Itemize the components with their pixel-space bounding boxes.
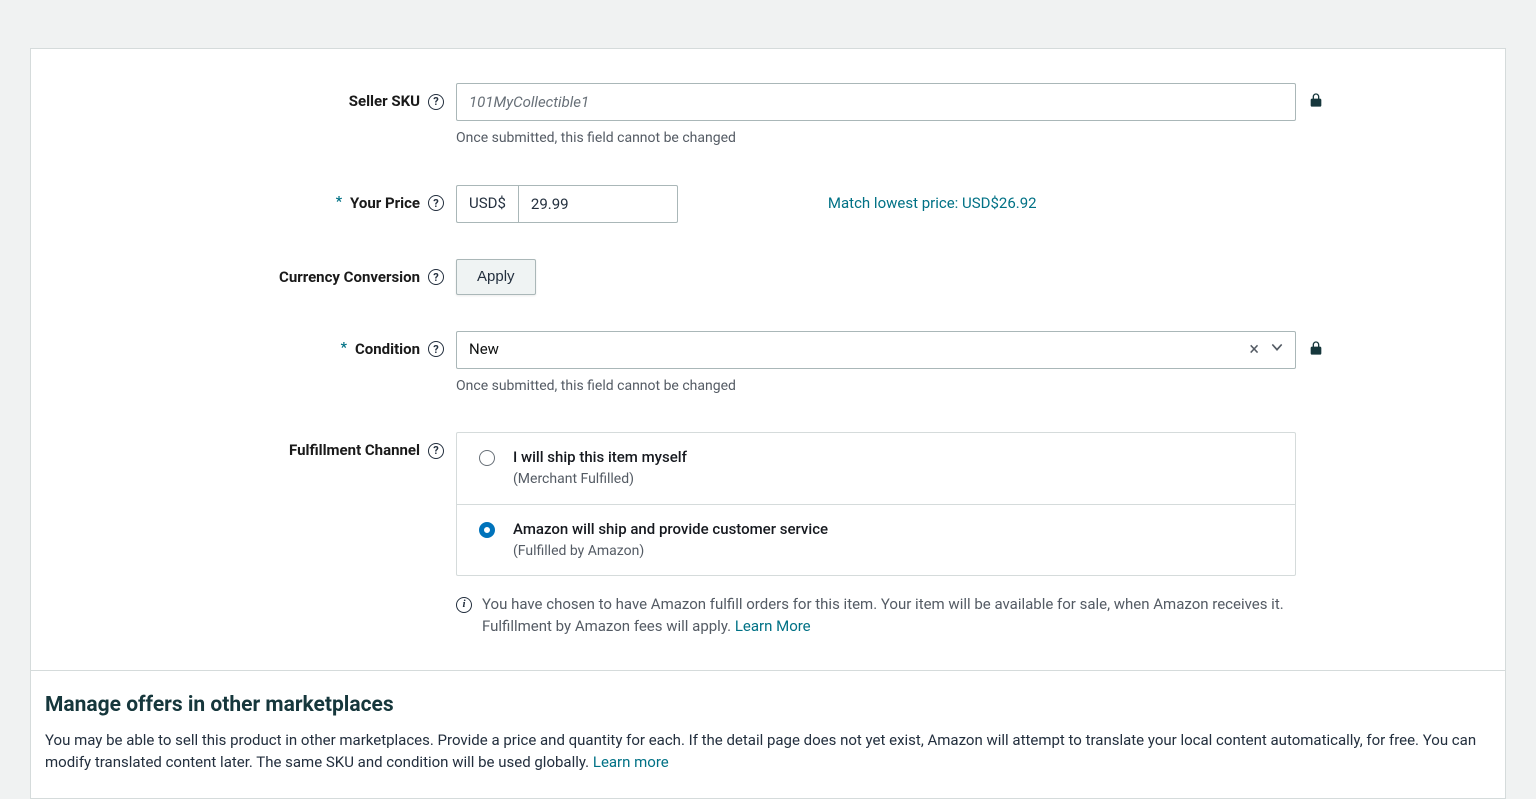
row-condition: * Condition ? New × Once submitted, this… xyxy=(31,331,1505,397)
fulfillment-option-sub: (Merchant Fulfilled) xyxy=(513,470,687,490)
offer-form-card: Seller SKU ? Once submitted, this field … xyxy=(30,48,1506,670)
other-marketplaces-section: Manage offers in other marketplaces You … xyxy=(30,670,1506,799)
lock-icon xyxy=(1308,339,1324,364)
section-title: Manage offers in other marketplaces xyxy=(45,691,1491,720)
fulfillment-option-merchant[interactable]: I will ship this item myself (Merchant F… xyxy=(457,433,1295,504)
seller-sku-input[interactable] xyxy=(456,83,1296,121)
label-seller-sku: Seller SKU xyxy=(349,91,420,112)
radio-icon[interactable] xyxy=(479,450,495,466)
row-seller-sku: Seller SKU ? Once submitted, this field … xyxy=(31,83,1505,149)
row-currency-conversion: Currency Conversion ? Apply xyxy=(31,259,1505,295)
apply-button[interactable]: Apply xyxy=(456,259,536,295)
learn-more-link[interactable]: Learn more xyxy=(593,753,669,771)
seller-sku-hint: Once submitted, this field cannot be cha… xyxy=(456,129,1296,149)
fulfillment-info-text: You have chosen to have Amazon fulfill o… xyxy=(482,595,1284,635)
fulfillment-option-sub: (Fulfilled by Amazon) xyxy=(513,542,828,562)
label-fulfillment-channel: Fulfillment Channel xyxy=(289,440,420,461)
condition-select[interactable]: New × xyxy=(456,331,1296,369)
close-icon[interactable]: × xyxy=(1249,341,1259,359)
learn-more-link[interactable]: Learn More xyxy=(735,617,811,635)
currency-prefix: USD$ xyxy=(456,185,518,223)
row-fulfillment-channel: Fulfillment Channel ? I will ship this i… xyxy=(31,432,1505,638)
condition-value: New xyxy=(469,339,499,360)
help-icon[interactable]: ? xyxy=(428,195,444,211)
help-icon[interactable]: ? xyxy=(428,94,444,110)
help-icon[interactable]: ? xyxy=(428,341,444,357)
info-icon: i xyxy=(456,597,472,613)
label-currency-conversion: Currency Conversion xyxy=(279,267,420,288)
condition-hint: Once submitted, this field cannot be cha… xyxy=(456,377,1296,397)
lock-icon xyxy=(1308,91,1324,116)
help-icon[interactable]: ? xyxy=(428,443,444,459)
row-your-price: * Your Price ? USD$ Match lowest price: … xyxy=(31,185,1505,223)
required-marker: * xyxy=(336,193,342,213)
section-body: You may be able to sell this product in … xyxy=(45,731,1476,771)
fulfillment-option-fba[interactable]: Amazon will ship and provide customer se… xyxy=(457,504,1295,576)
label-your-price: Your Price xyxy=(350,193,420,214)
label-condition: Condition xyxy=(355,339,420,360)
price-input[interactable] xyxy=(518,185,678,223)
chevron-down-icon[interactable] xyxy=(1271,339,1283,360)
match-lowest-price-link[interactable]: Match lowest price: USD$26.92 xyxy=(828,193,1037,214)
fulfillment-info: i You have chosen to have Amazon fulfill… xyxy=(456,594,1296,638)
fulfillment-option-title: Amazon will ship and provide customer se… xyxy=(513,519,828,540)
help-icon[interactable]: ? xyxy=(428,269,444,285)
radio-icon[interactable] xyxy=(479,522,495,538)
fulfillment-radio-group: I will ship this item myself (Merchant F… xyxy=(456,432,1296,576)
fulfillment-option-title: I will ship this item myself xyxy=(513,447,687,468)
required-marker: * xyxy=(341,339,347,359)
